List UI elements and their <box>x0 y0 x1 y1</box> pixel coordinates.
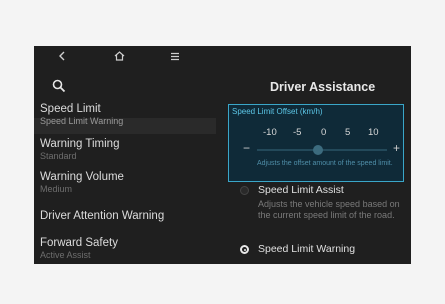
chevron-left-icon <box>59 51 65 61</box>
menu-item-forward-safety[interactable]: Forward Safety Active Assist <box>40 236 218 261</box>
menu-item-subtitle: Active Assist <box>40 250 91 260</box>
back-button[interactable] <box>58 50 66 64</box>
photo-frame: Speed Limit Speed Limit Warning Warning … <box>0 0 445 304</box>
offset-slider-handle[interactable] <box>313 145 323 155</box>
search-icon[interactable] <box>52 79 68 95</box>
decrease-button[interactable]: − <box>243 141 250 155</box>
increase-button[interactable]: + <box>393 141 400 155</box>
menu-item-subtitle: Standard <box>40 151 77 161</box>
menu-item-warning-volume[interactable]: Warning Volume Medium <box>40 170 218 195</box>
offset-value[interactable]: 0 <box>321 127 326 138</box>
menu-item-driver-attention-warning[interactable]: Driver Attention Warning <box>40 209 218 223</box>
menu-item-title: Speed Limit <box>40 103 101 115</box>
radio-button-selected[interactable] <box>240 245 249 254</box>
menu-icon <box>171 52 179 61</box>
offset-value[interactable]: -5 <box>293 127 301 138</box>
option-description: Adjusts the vehicle speed based on the c… <box>258 199 400 220</box>
menu-item-subtitle: Speed Limit Warning <box>40 116 124 126</box>
menu-item-title: Driver Attention Warning <box>40 210 165 222</box>
menu-item-title: Warning Volume <box>40 171 124 183</box>
home-icon <box>114 51 125 61</box>
menu-item-subtitle: Medium <box>40 184 73 194</box>
home-button[interactable] <box>114 50 126 62</box>
menu-item-warning-timing[interactable]: Warning Timing Standard <box>40 137 218 162</box>
offset-value[interactable]: 5 <box>345 127 350 138</box>
radio-button[interactable] <box>240 186 249 195</box>
option-label: Speed Limit Warning <box>258 243 356 255</box>
page-title: Driver Assistance <box>270 80 376 94</box>
infotainment-screen: Speed Limit Speed Limit Warning Warning … <box>34 46 411 264</box>
offset-popup-description: Adjusts the offset amount of the speed l… <box>257 160 393 167</box>
offset-value[interactable]: 10 <box>368 127 379 138</box>
option-label: Speed Limit Assist <box>258 184 344 196</box>
offset-popup-title: Speed Limit Offset (km/h) <box>232 107 323 116</box>
menu-item-title: Warning Timing <box>40 138 120 150</box>
offset-value[interactable]: -10 <box>263 127 277 138</box>
menu-item-speed-limit[interactable]: Speed Limit Speed Limit Warning <box>40 102 218 127</box>
speed-limit-offset-popup: Speed Limit Offset (km/h) -10 -5 0 5 10 … <box>228 104 404 182</box>
menu-button[interactable] <box>170 50 180 64</box>
menu-item-title: Forward Safety <box>40 237 118 249</box>
